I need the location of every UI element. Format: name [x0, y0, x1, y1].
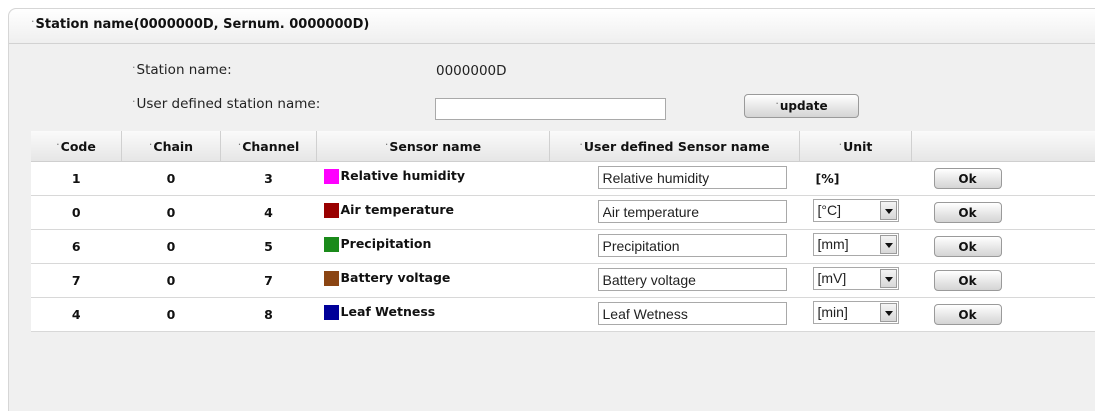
cell-code: 7	[31, 264, 122, 298]
user-sensor-name-input[interactable]	[598, 302, 787, 325]
station-name-value: 0000000D	[436, 63, 507, 79]
table-row: 4 0 8 Leaf Wetness [min] Ok	[31, 298, 1095, 332]
user-sensor-name-input[interactable]	[598, 166, 787, 189]
dropdown-arrow-icon[interactable]	[880, 269, 897, 288]
table-row: 7 0 7 Battery voltage [mV] Ok	[31, 264, 1095, 298]
cell-channel: 8	[221, 298, 317, 332]
cell-code: 6	[31, 230, 122, 264]
dropdown-arrow-icon[interactable]	[880, 303, 897, 322]
cell-user-sensor-name	[550, 230, 800, 264]
cell-channel: 3	[221, 162, 317, 196]
cell-unit: [°C]	[800, 196, 912, 230]
table-row: 1 0 3 Relative humidity [%] Ok	[31, 162, 1095, 196]
col-action	[912, 131, 1095, 162]
cell-chain: 0	[122, 162, 221, 196]
sensor-name: Air temperature	[341, 202, 455, 217]
user-station-name-label: User defined station name:	[132, 96, 320, 112]
sensor-table: Code Chain Channel Sensor name User defi…	[31, 131, 1095, 332]
sensor-color-swatch	[324, 237, 339, 252]
unit-select-value: [mV]	[818, 270, 847, 286]
cell-chain: 0	[122, 298, 221, 332]
cell-channel: 7	[221, 264, 317, 298]
cell-user-sensor-name	[550, 162, 800, 196]
col-code: Code	[31, 131, 122, 162]
cell-action: Ok	[912, 298, 1095, 332]
col-user-sensor-name: User defined Sensor name	[550, 131, 800, 162]
dropdown-arrow-icon[interactable]	[880, 235, 897, 254]
panel-title: Station name(0000000D, Sernum. 0000000D)	[31, 17, 369, 32]
unit-select-value: [min]	[818, 304, 848, 320]
unit-select[interactable]: [°C]	[813, 199, 899, 222]
table-row: 0 0 4 Air temperature [°C] Ok	[31, 196, 1095, 230]
cell-unit: [%]	[800, 162, 912, 196]
unit-value: [%]	[816, 171, 840, 186]
cell-chain: 0	[122, 230, 221, 264]
ok-button[interactable]: Ok	[934, 202, 1002, 223]
cell-sensor-name: Leaf Wetness	[317, 298, 550, 332]
unit-select[interactable]: [mV]	[813, 267, 899, 290]
table-row: 6 0 5 Precipitation [mm] Ok	[31, 230, 1095, 264]
cell-code: 1	[31, 162, 122, 196]
cell-sensor-name: Air temperature	[317, 196, 550, 230]
cell-action: Ok	[912, 196, 1095, 230]
sensor-color-swatch	[324, 203, 339, 218]
sensor-color-swatch	[324, 271, 339, 286]
user-sensor-name-input[interactable]	[598, 200, 787, 223]
cell-channel: 5	[221, 230, 317, 264]
sensor-color-swatch	[324, 305, 339, 320]
user-sensor-name-input[interactable]	[598, 268, 787, 291]
ok-button[interactable]: Ok	[934, 168, 1002, 189]
panel-header: Station name(0000000D, Sernum. 0000000D)	[9, 9, 1095, 44]
col-unit: Unit	[800, 131, 912, 162]
dropdown-arrow-icon[interactable]	[880, 201, 897, 220]
col-chain: Chain	[122, 131, 221, 162]
cell-user-sensor-name	[550, 298, 800, 332]
sensor-name: Battery voltage	[341, 270, 451, 285]
unit-select-value: [°C]	[818, 202, 842, 218]
cell-sensor-name: Precipitation	[317, 230, 550, 264]
cell-code: 4	[31, 298, 122, 332]
cell-unit: [mV]	[800, 264, 912, 298]
sensor-color-swatch	[324, 169, 339, 184]
update-button[interactable]: update	[744, 94, 859, 118]
table-header-row: Code Chain Channel Sensor name User defi…	[31, 131, 1095, 162]
ok-button[interactable]: Ok	[934, 270, 1002, 291]
cell-channel: 4	[221, 196, 317, 230]
cell-unit: [mm]	[800, 230, 912, 264]
user-station-name-input[interactable]	[435, 98, 666, 120]
unit-select[interactable]: [mm]	[813, 233, 899, 256]
ok-button[interactable]: Ok	[934, 304, 1002, 325]
ok-button[interactable]: Ok	[934, 236, 1002, 257]
cell-chain: 0	[122, 264, 221, 298]
cell-action: Ok	[912, 264, 1095, 298]
cell-user-sensor-name	[550, 264, 800, 298]
cell-sensor-name: Battery voltage	[317, 264, 550, 298]
user-sensor-name-input[interactable]	[598, 234, 787, 257]
sensor-name: Leaf Wetness	[341, 304, 436, 319]
cell-action: Ok	[912, 230, 1095, 264]
sensor-name: Precipitation	[341, 236, 432, 251]
unit-select[interactable]: [min]	[813, 301, 899, 324]
col-sensor-name: Sensor name	[317, 131, 550, 162]
cell-code: 0	[31, 196, 122, 230]
cell-unit: [min]	[800, 298, 912, 332]
unit-select-value: [mm]	[818, 236, 849, 252]
col-channel: Channel	[221, 131, 317, 162]
station-name-label: Station name:	[132, 62, 232, 78]
cell-user-sensor-name	[550, 196, 800, 230]
cell-sensor-name: Relative humidity	[317, 162, 550, 196]
cell-action: Ok	[912, 162, 1095, 196]
cell-chain: 0	[122, 196, 221, 230]
sensor-name: Relative humidity	[341, 168, 466, 183]
